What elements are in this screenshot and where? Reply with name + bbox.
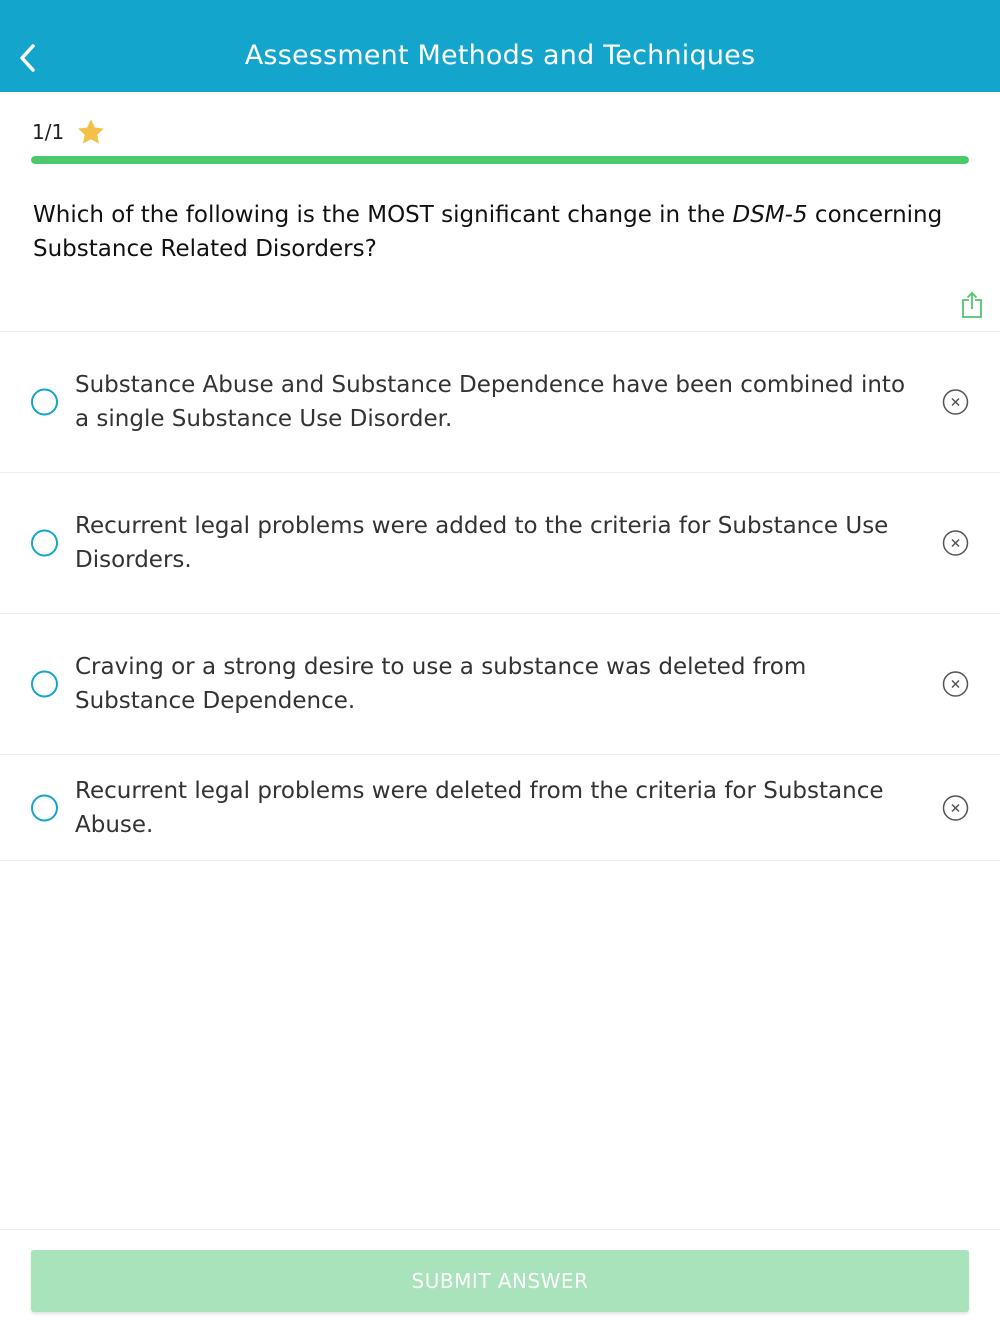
share-icon (962, 291, 982, 318)
question-text: Which of the following is the MOST signi… (33, 198, 953, 266)
answer-option[interactable]: Substance Abuse and Substance Dependence… (0, 332, 1000, 473)
question-text-italic: DSM-5 (732, 202, 808, 228)
app-header: Assessment Methods and Techniques (0, 0, 1000, 92)
progress-bar-fill (31, 156, 969, 164)
eliminate-option-icon[interactable] (942, 794, 969, 821)
radio-button[interactable] (31, 794, 58, 821)
answer-option-text: Recurrent legal problems were deleted fr… (75, 777, 884, 838)
question-counter: 1/1 (32, 120, 65, 144)
footer-divider (0, 1229, 1000, 1230)
eliminate-option-icon[interactable] (942, 671, 969, 698)
eliminate-option-icon[interactable] (942, 530, 969, 557)
progress-bar (31, 156, 969, 164)
answer-option[interactable]: Recurrent legal problems were deleted fr… (0, 755, 1000, 861)
radio-button[interactable] (31, 529, 58, 557)
answer-option[interactable]: Craving or a strong desire to use a subs… (0, 614, 1000, 755)
progress-indicator: 1/1 (32, 115, 106, 149)
answer-option-text: Craving or a strong desire to use a subs… (75, 654, 807, 714)
radio-button[interactable] (31, 388, 58, 416)
answer-option-text: Substance Abuse and Substance Dependence… (75, 372, 906, 432)
answer-options: Substance Abuse and Substance Dependence… (0, 331, 1000, 861)
share-button[interactable] (959, 290, 985, 320)
submit-answer-button[interactable]: SUBMIT ANSWER (31, 1250, 969, 1312)
star-icon (78, 119, 105, 144)
page-title: Assessment Methods and Techniques (244, 40, 756, 71)
question-text-part: Which of the following is the MOST signi… (33, 202, 733, 228)
radio-button[interactable] (31, 670, 58, 698)
answer-option[interactable]: Recurrent legal problems were added to t… (0, 473, 1000, 614)
answer-option-text: Recurrent legal problems were added to t… (75, 513, 889, 573)
eliminate-option-icon[interactable] (942, 389, 969, 416)
